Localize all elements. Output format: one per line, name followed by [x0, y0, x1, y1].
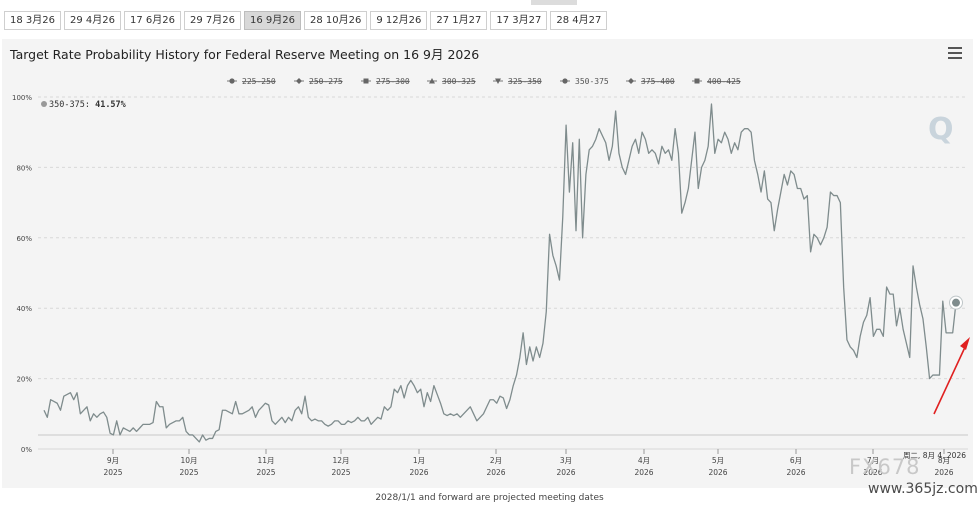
- legend-item-400-425[interactable]: 400-425: [707, 77, 741, 86]
- projection-footnote: 2028/1/1 and forward are projected meeti…: [375, 493, 604, 503]
- highlight-point: [952, 298, 960, 307]
- tooltip-label: 350-375: 41.57%: [49, 100, 127, 110]
- tooltip-value: 41.57%: [95, 100, 127, 110]
- legend-marker-diamond: [628, 78, 634, 84]
- x-tick-year: 2026: [934, 468, 953, 477]
- legend-item-275-300[interactable]: 275-300: [376, 77, 410, 86]
- x-tick-year: 2026: [409, 468, 428, 477]
- x-tick-year: 2026: [556, 468, 575, 477]
- red-arrow-shaft: [933, 344, 967, 415]
- legend-marker-circle: [562, 78, 568, 84]
- x-tick-month: 11月: [257, 456, 274, 465]
- x-tick-year: 2026: [708, 468, 727, 477]
- series-line-350-375: [43, 103, 957, 443]
- x-tick-month: 4月: [638, 456, 650, 465]
- y-tick-label: 80%: [16, 164, 32, 172]
- x-tick-month: 3月: [560, 456, 572, 465]
- red-arrow-head: [960, 337, 970, 350]
- legend-item-300-325[interactable]: 300-325: [442, 77, 476, 86]
- legend-item-250-275[interactable]: 250-275: [309, 77, 343, 86]
- x-tick-month: 12月: [332, 456, 349, 465]
- tooltip-separator: :: [85, 100, 95, 110]
- tooltip-series-dot: [41, 101, 47, 107]
- x-tick-year: 2025: [103, 468, 122, 477]
- x-tick-year: 2026: [486, 468, 505, 477]
- x-tick-year: 2025: [179, 468, 198, 477]
- x-tick-year: 2025: [331, 468, 350, 477]
- legend-marker-circle: [229, 78, 235, 84]
- x-tick-year: 2025: [256, 468, 275, 477]
- x-tick-month: 10月: [180, 456, 197, 465]
- x-tick-year: 2026: [786, 468, 805, 477]
- x-tick-month: 2月: [490, 456, 502, 465]
- x-tick-month: 1月: [413, 456, 425, 465]
- y-tick-label: 20%: [16, 376, 32, 384]
- fx678-watermark: FX678: [849, 455, 921, 479]
- legend-item-325-350[interactable]: 325-350: [508, 77, 542, 86]
- y-tick-label: 100%: [12, 94, 32, 102]
- x-tick-year: 2026: [634, 468, 653, 477]
- legend-item-375-400[interactable]: 375-400: [641, 77, 675, 86]
- x-tick-month: 9月: [107, 456, 119, 465]
- legend-item-225-250[interactable]: 225-250: [242, 77, 276, 86]
- legend-marker-diamond: [296, 78, 302, 84]
- y-tick-label: 40%: [16, 305, 32, 313]
- y-tick-label: 60%: [16, 235, 32, 243]
- legend-marker-square: [363, 78, 369, 84]
- probability-history-chart: 0% 20% 40% 60% 80% 100% 9月 2025 10月 2025 11月 2025 12…: [12, 77, 970, 477]
- tooltip-series: 350-375: [49, 100, 85, 110]
- x-tick-month: 6月: [790, 456, 802, 465]
- y-tick-label: 0%: [21, 446, 32, 454]
- legend-item-350-375[interactable]: 350-375: [575, 77, 609, 86]
- legend-marker-square: [694, 78, 700, 84]
- x-tick-month: 5月: [712, 456, 724, 465]
